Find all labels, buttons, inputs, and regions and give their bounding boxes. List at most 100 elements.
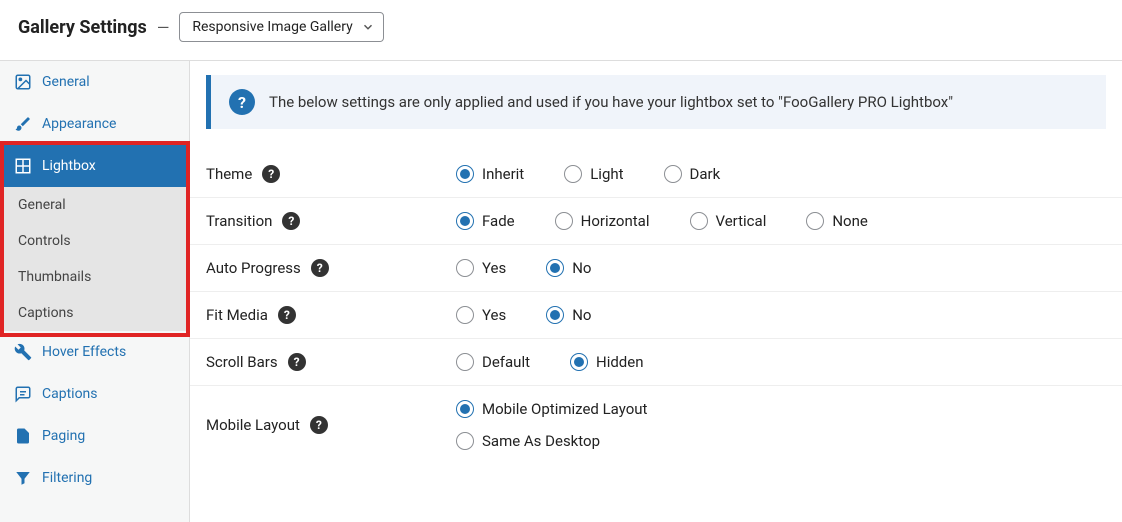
radio-option-yes[interactable]: Yes [456, 259, 506, 277]
help-icon[interactable]: ? [310, 416, 328, 434]
fitmedia-options: Yes No [456, 306, 592, 324]
sidebar-item-label: Filtering [42, 470, 92, 486]
radio-icon [456, 165, 474, 183]
radio-label: Hidden [596, 353, 644, 371]
radio-label: Horizontal [581, 212, 650, 230]
sidebar-item-label: Captions [42, 386, 98, 402]
radio-label: No [572, 306, 591, 324]
radio-option-vertical[interactable]: Vertical [690, 212, 767, 230]
chevron-down-icon [361, 20, 375, 34]
radio-icon [806, 212, 824, 230]
sidebar-item-paging[interactable]: Paging [0, 415, 189, 457]
radio-label: Yes [482, 259, 506, 277]
radio-icon [690, 212, 708, 230]
radio-label: Yes [482, 306, 506, 324]
radio-icon [555, 212, 573, 230]
sidebar-item-label: Paging [42, 428, 85, 444]
radio-option-fade[interactable]: Fade [456, 212, 515, 230]
radio-icon [564, 165, 582, 183]
transition-options: Fade Horizontal Vertical None [456, 212, 868, 230]
sidebar-item-label: General [42, 74, 90, 90]
sidebar-item-label: Lightbox [42, 158, 96, 174]
radio-icon [456, 212, 474, 230]
radio-icon [570, 353, 588, 371]
radio-label: Inherit [482, 165, 524, 183]
wrench-icon [14, 343, 32, 361]
radio-option-no[interactable]: No [546, 259, 591, 277]
sub-item-thumbnails[interactable]: Thumbnails [0, 259, 189, 295]
sidebar-item-captions-main[interactable]: Captions [0, 373, 189, 415]
help-icon[interactable]: ? [278, 306, 296, 324]
mobilelayout-options: Mobile Optimized Layout Same As Desktop [456, 400, 647, 450]
chat-icon [14, 385, 32, 403]
page-icon [14, 427, 32, 445]
theme-options: Inherit Light Dark [456, 165, 720, 183]
sidebar-item-label: Hover Effects [42, 344, 126, 360]
radio-option-same-as-desktop[interactable]: Same As Desktop [456, 432, 600, 450]
select-value: Responsive Image Gallery [192, 19, 352, 35]
radio-label: Default [482, 353, 530, 371]
info-notice: ? The below settings are only applied an… [206, 75, 1106, 129]
question-icon: ? [229, 89, 255, 115]
radio-option-hidden[interactable]: Hidden [570, 353, 644, 371]
sidebar-item-general[interactable]: General [0, 61, 189, 103]
sub-item-general[interactable]: General [0, 187, 189, 223]
row-fitmedia: Fit Media? Yes No [190, 292, 1122, 339]
grid-icon [14, 157, 32, 175]
radio-option-dark[interactable]: Dark [664, 165, 721, 183]
notice-text: The below settings are only applied and … [269, 93, 953, 111]
radio-label: None [832, 212, 868, 230]
help-icon[interactable]: ? [262, 165, 280, 183]
radio-icon [456, 353, 474, 371]
sidebar: General Appearance Lightbox General Cont… [0, 61, 190, 522]
help-icon[interactable]: ? [311, 259, 329, 277]
radio-label: Fade [482, 212, 515, 230]
page-title: Gallery Settings [18, 17, 147, 38]
radio-option-horizontal[interactable]: Horizontal [555, 212, 650, 230]
radio-label: Vertical [716, 212, 767, 230]
filter-icon [14, 469, 32, 487]
row-theme: Theme? Inherit Light Dark [190, 151, 1122, 198]
sub-item-captions[interactable]: Captions [0, 295, 189, 331]
radio-option-default[interactable]: Default [456, 353, 530, 371]
help-icon[interactable]: ? [288, 353, 306, 371]
sidebar-item-appearance[interactable]: Appearance [0, 103, 189, 145]
label-autoprogress: Auto Progress [206, 259, 301, 277]
radio-label: Dark [690, 165, 721, 183]
row-scrollbars: Scroll Bars? Default Hidden [190, 339, 1122, 386]
radio-icon [456, 432, 474, 450]
radio-label: No [572, 259, 591, 277]
radio-option-none[interactable]: None [806, 212, 868, 230]
label-theme: Theme [206, 165, 252, 183]
radio-option-no[interactable]: No [546, 306, 591, 324]
radio-icon [456, 259, 474, 277]
scrollbars-options: Default Hidden [456, 353, 644, 371]
label-mobilelayout: Mobile Layout [206, 416, 300, 434]
label-transition: Transition [206, 212, 272, 230]
brush-icon [14, 115, 32, 133]
sidebar-item-lightbox[interactable]: Lightbox [0, 145, 189, 187]
lightbox-subitems: General Controls Thumbnails Captions [0, 187, 189, 331]
title-dash: — [157, 18, 170, 37]
sidebar-item-hovereffects[interactable]: Hover Effects [0, 331, 189, 373]
gallery-type-select[interactable]: Responsive Image Gallery [179, 12, 383, 42]
sidebar-item-label: Appearance [42, 116, 116, 132]
radio-option-yes[interactable]: Yes [456, 306, 506, 324]
radio-label: Light [590, 165, 623, 183]
radio-icon [456, 400, 474, 418]
content-panel: ? The below settings are only applied an… [190, 61, 1122, 522]
label-scrollbars: Scroll Bars [206, 353, 278, 371]
image-icon [14, 73, 32, 91]
help-icon[interactable]: ? [282, 212, 300, 230]
row-transition: Transition? Fade Horizontal Vertical None [190, 198, 1122, 245]
row-autoprogress: Auto Progress? Yes No [190, 245, 1122, 292]
radio-icon [456, 306, 474, 324]
radio-option-light[interactable]: Light [564, 165, 623, 183]
radio-option-mobile-optimized-layout[interactable]: Mobile Optimized Layout [456, 400, 647, 418]
sub-item-controls[interactable]: Controls [0, 223, 189, 259]
label-fitmedia: Fit Media [206, 306, 268, 324]
radio-option-inherit[interactable]: Inherit [456, 165, 524, 183]
row-mobilelayout: Mobile Layout? Mobile Optimized Layout Sa… [190, 386, 1122, 454]
radio-label: Same As Desktop [482, 432, 600, 450]
sidebar-item-filtering[interactable]: Filtering [0, 457, 189, 499]
